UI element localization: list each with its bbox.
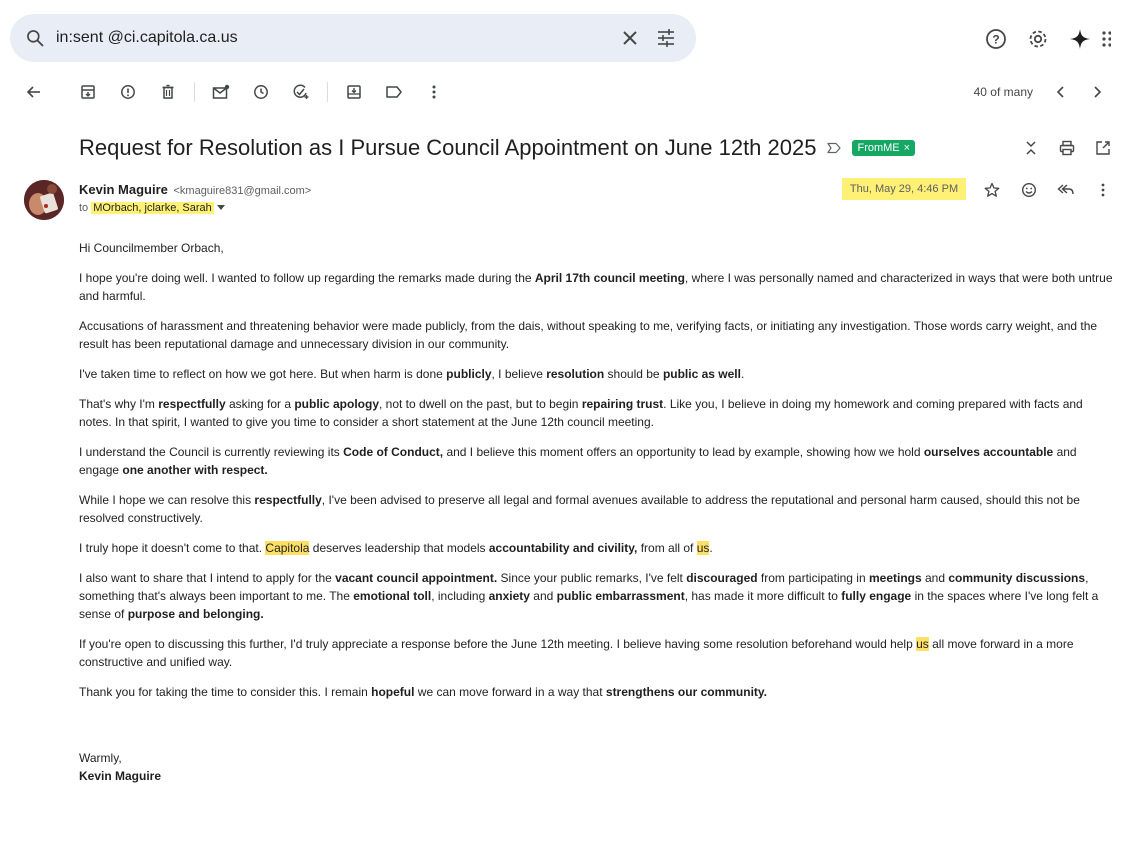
recipients-line: to MOrbach, jclarke, Sarah bbox=[79, 202, 225, 214]
pagination-count: 40 of many bbox=[973, 85, 1033, 99]
to-prefix: to bbox=[79, 202, 89, 214]
search-highlight: Capitola bbox=[265, 541, 310, 555]
pagination: 40 of many bbox=[974, 76, 1115, 108]
paragraph: I truly hope it doesn't come to that. Ca… bbox=[79, 541, 713, 555]
archive-icon[interactable] bbox=[68, 76, 108, 108]
message-toolbar bbox=[0, 76, 1121, 108]
paragraph: I hope you're doing well. I wanted to fo… bbox=[79, 271, 1113, 303]
sender-name[interactable]: Kevin Maguire bbox=[79, 182, 168, 197]
email-subject: Request for Resolution as I Pursue Counc… bbox=[79, 135, 817, 160]
search-highlight: us bbox=[916, 637, 929, 651]
open-in-new-window-icon[interactable] bbox=[1085, 132, 1121, 164]
back-arrow-icon[interactable] bbox=[14, 76, 54, 108]
more-vert-icon[interactable] bbox=[414, 76, 454, 108]
subject-row: Request for Resolution as I Pursue Counc… bbox=[79, 132, 1121, 164]
paragraph: Thank you for taking the time to conside… bbox=[79, 685, 768, 699]
paragraph: While I hope we can resolve this respect… bbox=[79, 493, 1080, 525]
emoji-reaction-icon[interactable] bbox=[1010, 176, 1047, 204]
top-right-actions: ? bbox=[975, 22, 1121, 56]
caret-down-icon[interactable] bbox=[216, 205, 225, 211]
svg-text:?: ? bbox=[992, 33, 999, 47]
move-to-icon[interactable] bbox=[334, 76, 374, 108]
sender-line: Kevin Maguire <kmaguire831@gmail.com> bbox=[79, 182, 311, 197]
close-icon[interactable] bbox=[612, 20, 648, 56]
reply-all-icon[interactable] bbox=[1047, 176, 1084, 204]
search-icon[interactable] bbox=[24, 27, 46, 49]
paragraph: I also want to share that I intend to ap… bbox=[79, 571, 1099, 621]
remove-label-icon[interactable]: × bbox=[904, 142, 910, 154]
subject-actions bbox=[1013, 132, 1121, 164]
mark-unread-icon[interactable] bbox=[201, 76, 241, 108]
paragraph: I understand the Council is currently re… bbox=[79, 445, 1077, 477]
email-body: Hi Councilmember Orbach, I hope you're d… bbox=[79, 239, 1113, 785]
message-actions bbox=[973, 176, 1121, 204]
signature-block: Warmly, Kevin Maguire bbox=[79, 749, 1113, 785]
closing: Warmly, bbox=[79, 751, 122, 765]
paragraph: I've taken time to reflect on how we got… bbox=[79, 367, 745, 381]
tune-icon[interactable] bbox=[648, 20, 684, 56]
paragraph: That's why I'm respectfully asking for a… bbox=[79, 397, 1083, 429]
label-icon[interactable] bbox=[374, 76, 414, 108]
search-bar[interactable]: in:sent @ci.capitola.ca.us bbox=[10, 14, 696, 62]
label-chip-fromme[interactable]: FromME × bbox=[852, 140, 916, 156]
toolbar-divider bbox=[327, 82, 328, 102]
sender-avatar[interactable] bbox=[24, 180, 64, 220]
important-marker-icon[interactable] bbox=[826, 142, 842, 154]
print-icon[interactable] bbox=[1049, 132, 1085, 164]
add-task-icon[interactable] bbox=[281, 76, 321, 108]
message-date: Thu, May 29, 4:46 PM bbox=[842, 178, 966, 200]
settings-icon[interactable] bbox=[1017, 22, 1059, 56]
label-chip-text: FromME bbox=[857, 142, 900, 154]
search-input[interactable]: in:sent @ci.capitola.ca.us bbox=[56, 29, 612, 47]
apps-grid-icon[interactable] bbox=[1101, 22, 1121, 56]
toolbar-divider bbox=[194, 82, 195, 102]
chevron-right-icon[interactable] bbox=[1079, 76, 1115, 108]
signature-name: Kevin Maguire bbox=[79, 769, 162, 783]
search-highlight: us bbox=[696, 541, 710, 555]
star-icon[interactable] bbox=[973, 176, 1010, 204]
recipient-names[interactable]: MOrbach, jclarke, Sarah bbox=[91, 202, 214, 214]
snooze-icon[interactable] bbox=[241, 76, 281, 108]
paragraph: Accusations of harassment and threatenin… bbox=[79, 319, 1098, 351]
expand-all-icon[interactable] bbox=[1013, 132, 1049, 164]
paragraph: If you're open to discussing this furthe… bbox=[79, 637, 1074, 669]
gemini-sparkle-icon[interactable] bbox=[1059, 22, 1101, 56]
report-spam-icon[interactable] bbox=[108, 76, 148, 108]
sender-email: <kmaguire831@gmail.com> bbox=[173, 185, 312, 197]
chevron-left-icon[interactable] bbox=[1043, 76, 1079, 108]
greeting: Hi Councilmember Orbach, bbox=[79, 241, 224, 255]
more-vert-icon[interactable] bbox=[1084, 176, 1121, 204]
delete-icon[interactable] bbox=[148, 76, 188, 108]
help-icon[interactable]: ? bbox=[975, 22, 1017, 56]
